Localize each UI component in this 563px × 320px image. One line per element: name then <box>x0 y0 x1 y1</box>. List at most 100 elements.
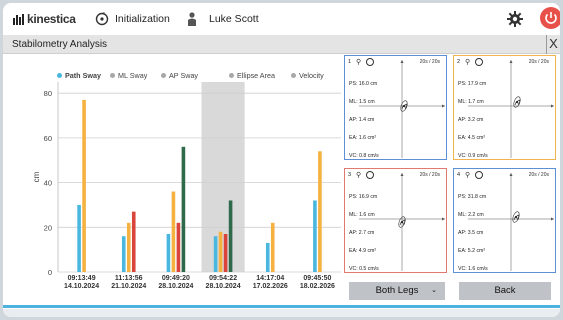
x-tick-time: 11:13:56 <box>115 275 143 282</box>
panel-ml: ML: 1.6 cm <box>349 212 375 218</box>
legs-select-value: Both Legs <box>375 285 419 296</box>
panel-vc: VC: 0.5 cm/s <box>349 266 379 272</box>
x-tick-date: 21.10.2024 <box>111 283 146 290</box>
bar <box>166 234 171 272</box>
legend-dot <box>57 73 62 78</box>
panel-duration: 20s / 20s <box>528 59 549 65</box>
eye-icon <box>475 58 483 66</box>
panel-number: 2 <box>457 59 461 65</box>
trial-panel-4[interactable]: 4 20s / 20s PS: 31.8 cm ML: 2.2 cm AP: 3.5 c… <box>453 168 556 273</box>
sway-plot <box>468 60 554 158</box>
legend-ml-sway[interactable]: ML Sway <box>110 71 147 80</box>
bar <box>82 99 86 272</box>
gear-icon <box>507 11 523 27</box>
legend-ellipse-area[interactable]: Ellipse Area <box>229 71 275 80</box>
power-button[interactable] <box>540 7 560 29</box>
bar <box>213 236 218 272</box>
foot-icon: ⚲ <box>465 172 471 179</box>
page-title: Stabilometry Analysis <box>12 39 108 50</box>
x-tick-time: 14:17:04 <box>256 275 284 282</box>
sway-plot <box>359 173 445 271</box>
trial-panel-3[interactable]: 3 20s / 20s PS: 16.9 cm ML: 1.6 cm AP: 2.7 c… <box>344 168 447 273</box>
panel-ea: EA: 5.2 cm² <box>458 248 486 254</box>
foot-icon: ⚲ <box>356 59 362 66</box>
bar <box>318 151 322 272</box>
legend-dot <box>110 73 115 78</box>
x-tick-time: 09:45:50 <box>303 275 331 282</box>
x-tick-date: 14.10.2024 <box>64 283 99 290</box>
title-bar: Stabilometry Analysis X <box>3 35 560 54</box>
bar-chart: 0 20 40 60 80 cm 09:13:4914.10.2024 11:13:5621.… <box>32 82 341 290</box>
bar <box>218 231 223 272</box>
chevron-down-icon: ⌄ <box>431 287 437 294</box>
panel-ap: AP: 3.2 cm <box>458 117 484 123</box>
panel-vc: VC: 0.9 cm/s <box>458 153 488 159</box>
panel-ap: AP: 3.5 cm <box>458 230 484 236</box>
legend-velocity[interactable]: Velocity <box>291 71 324 80</box>
legend-ap-sway[interactable]: AP Sway <box>161 71 198 80</box>
bar <box>77 204 81 272</box>
panel-number: 4 <box>457 172 461 178</box>
bar <box>126 222 131 272</box>
panel-number: 3 <box>348 172 352 178</box>
sway-plot <box>359 60 445 158</box>
sway-plot <box>468 173 554 271</box>
bar <box>171 191 176 272</box>
panel-ea: EA: 4.5 cm² <box>458 135 486 141</box>
x-tick-date: 28.10.2024 <box>206 283 241 290</box>
bar <box>265 242 270 272</box>
bottom-strip <box>3 309 560 317</box>
legend-dot <box>291 73 296 78</box>
eye-icon <box>475 171 483 179</box>
foot-icon: ⚲ <box>356 172 362 179</box>
panel-number: 1 <box>348 59 352 65</box>
y-tick-label: 60 <box>44 134 52 143</box>
x-tick-time: 09:13:49 <box>68 275 96 282</box>
power-icon <box>545 12 557 24</box>
eye-icon <box>366 171 374 179</box>
panel-ap: AP: 1.4 cm <box>349 117 375 123</box>
chart-area: Path Sway ML Sway AP Sway Ellipse Area V… <box>3 54 343 294</box>
legend-path-sway[interactable]: Path Sway <box>57 71 101 80</box>
bar <box>270 222 275 272</box>
panel-duration: 20s / 20s <box>419 59 440 65</box>
bar <box>181 146 186 272</box>
initialization-button[interactable]: Initialization <box>95 12 170 26</box>
panel-ap: AP: 2.7 cm <box>349 230 375 236</box>
x-tick-time: 09:54:22 <box>209 275 237 282</box>
legend-dot <box>229 73 234 78</box>
y-tick-label: 80 <box>44 89 52 98</box>
back-button[interactable]: Back <box>459 282 551 300</box>
panel-ml: ML: 2.2 cm <box>458 212 484 218</box>
bar <box>228 200 233 272</box>
panel-ps: PS: 17.9 cm <box>458 81 487 87</box>
panel-duration: 20s / 20s <box>528 172 549 178</box>
panel-ps: PS: 31.8 cm <box>458 194 487 200</box>
x-tick-date: 18.02.2026 <box>300 283 335 290</box>
bar <box>313 200 317 272</box>
close-button[interactable]: X <box>546 35 560 54</box>
trial-panel-2[interactable]: 2 20s / 20s PS: 17.9 cm ML: 1.7 cm AP: 3.2 c… <box>453 55 556 160</box>
y-tick-label: 40 <box>44 179 52 188</box>
app-window: kinestica Initialization Luke Scott Stab… <box>3 3 560 317</box>
legs-select[interactable]: Both Legs ⌄ <box>349 282 445 300</box>
initialization-label: Initialization <box>115 13 170 25</box>
x-tick-date: 17.02.2026 <box>253 283 288 290</box>
bar <box>223 234 228 272</box>
panel-ml: ML: 1.7 cm <box>458 99 484 105</box>
settings-button[interactable] <box>507 11 523 32</box>
trial-panel-1[interactable]: 1 20s / 20s PS: 16.0 cm ML: 1.5 cm AP: 1.4 c… <box>344 55 447 160</box>
bar <box>121 236 126 272</box>
user-name: Luke Scott <box>209 13 259 25</box>
y-tick-label: 20 <box>44 223 52 232</box>
user-profile[interactable]: Luke Scott <box>187 12 259 26</box>
x-tick-date: 28.10.2024 <box>158 283 193 290</box>
x-tick-time: 09:49:20 <box>162 275 190 282</box>
panel-ps: PS: 16.0 cm <box>349 81 378 87</box>
y-tick-label: 0 <box>48 268 52 277</box>
bottom-accent-bar <box>3 305 560 308</box>
logo-bars-icon <box>13 14 24 26</box>
panel-ea: EA: 4.9 cm² <box>349 248 377 254</box>
panel-vc: VC: 0.8 cm/s <box>349 153 379 159</box>
reset-icon <box>95 12 109 26</box>
